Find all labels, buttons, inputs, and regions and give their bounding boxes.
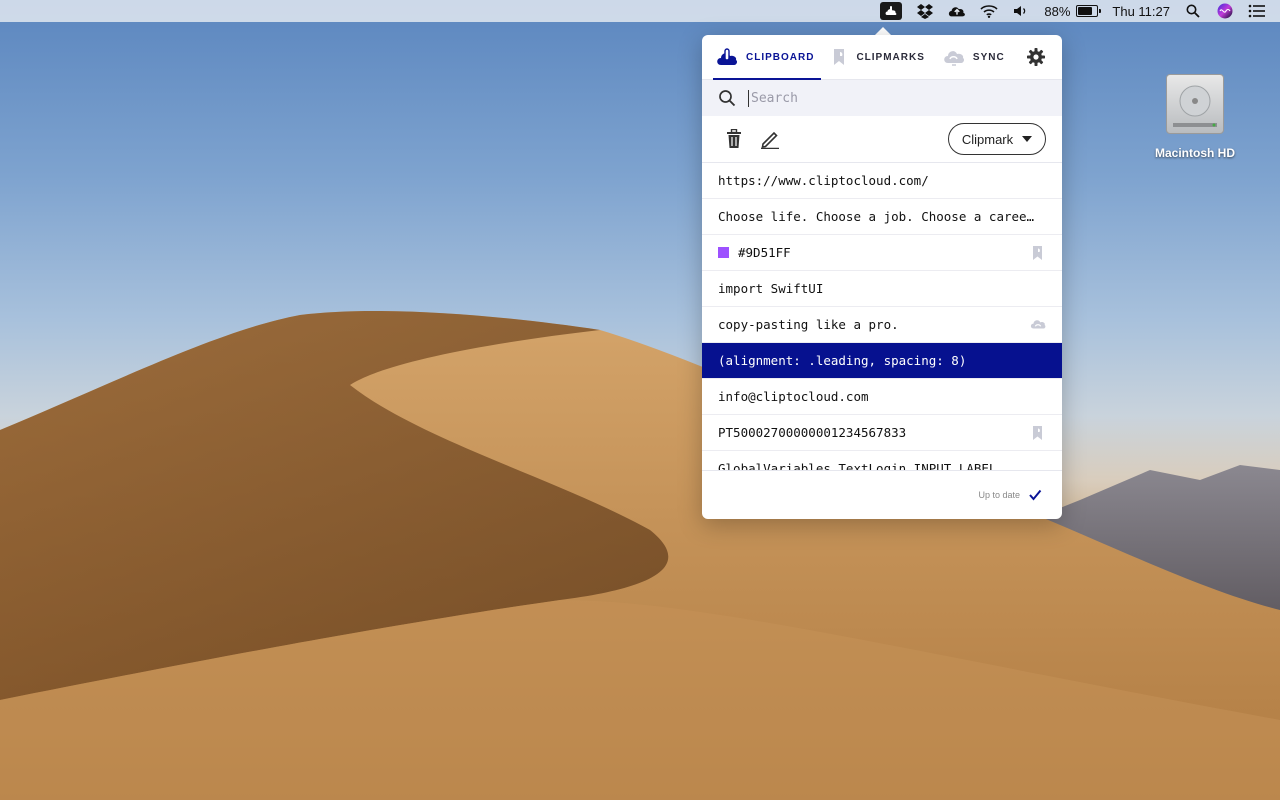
chevron-down-icon [1022, 136, 1033, 142]
list-item-text: #9D51FF [738, 245, 791, 260]
sync-cloud-icon [944, 51, 964, 66]
search-icon [719, 90, 736, 107]
edit-icon[interactable] [760, 129, 780, 149]
checkmark-icon [1029, 489, 1042, 501]
tab-clipboard-label: CLIPBOARD [746, 51, 815, 63]
spotlight-icon[interactable] [1184, 3, 1202, 19]
gear-icon[interactable] [1026, 47, 1046, 67]
clipboard-cloud-icon [717, 48, 738, 65]
clipmark-dropdown-button[interactable]: Clipmark [948, 123, 1046, 155]
list-item[interactable]: info@cliptocloud.com [702, 379, 1062, 415]
tab-clipmarks-label: CLIPMARKS [856, 51, 925, 63]
battery-status[interactable]: 88% [1044, 0, 1102, 22]
tab-sync-label: SYNC [972, 51, 1005, 63]
list-item-text: copy-pasting like a pro. [718, 317, 899, 332]
list-item[interactable]: Choose life. Choose a job. Choose a care… [702, 199, 1062, 235]
battery-percent: 88% [1044, 3, 1071, 19]
list-item[interactable]: https://www.cliptocloud.com/ [702, 163, 1062, 199]
status-footer: Up to date [702, 470, 1062, 519]
search-bar [702, 80, 1062, 116]
dropbox-icon[interactable] [916, 3, 934, 19]
list-item[interactable]: copy-pasting like a pro. [702, 307, 1062, 343]
toolbar: Clipmark [702, 116, 1062, 163]
list-item[interactable]: PT50002700000001234567833 [702, 415, 1062, 451]
sync-cloud-icon [1030, 320, 1046, 329]
color-swatch [718, 247, 729, 258]
clock[interactable]: Thu 11:27 [1112, 0, 1170, 22]
cloud-upload-icon[interactable] [948, 3, 966, 19]
notification-center-icon[interactable] [1248, 3, 1266, 19]
trash-icon[interactable] [724, 129, 744, 149]
clipboard-list: https://www.cliptocloud.com/ Choose life… [702, 163, 1062, 471]
cliptocloud-popover: CLIPBOARD CLIPMARKS SYNC Search Clipmark… [702, 35, 1062, 519]
list-item[interactable]: #9D51FF [702, 235, 1062, 271]
tab-sync[interactable]: SYNC [943, 35, 1005, 79]
hard-drive-icon [1166, 74, 1224, 134]
disk-label: Macintosh HD [1154, 146, 1235, 160]
list-item-text: PT50002700000001234567833 [718, 425, 907, 440]
battery-level [1078, 7, 1093, 15]
battery-icon [1076, 5, 1102, 17]
volume-icon[interactable] [1012, 3, 1030, 19]
search-input[interactable] [748, 89, 1013, 107]
list-item[interactable]: GlobalVariables.TextLogin.INPUT_LABEL [702, 451, 1062, 471]
cliptocloud-icon [885, 6, 897, 15]
desktop-disk-icon[interactable]: Macintosh HD [1150, 74, 1240, 160]
wifi-icon[interactable] [980, 3, 998, 19]
tab-clipmarks[interactable]: CLIPMARKS [832, 35, 924, 79]
list-item-text: import SwiftUI [718, 281, 824, 296]
list-item-text: (alignment: .leading, spacing: 8) [718, 353, 967, 368]
list-item-text: https://www.cliptocloud.com/ [718, 173, 929, 188]
dune-landscape [0, 310, 1280, 800]
list-item[interactable]: import SwiftUI [702, 271, 1062, 307]
cliptocloud-menu-item[interactable] [880, 0, 903, 22]
status-text: Up to date [978, 490, 1020, 500]
tab-clipboard[interactable]: CLIPBOARD [712, 35, 822, 80]
list-item-text: info@cliptocloud.com [718, 389, 869, 404]
tab-bar: CLIPBOARD CLIPMARKS SYNC [702, 35, 1062, 80]
bookmark-icon [1033, 246, 1042, 260]
bookmark-icon [1033, 426, 1042, 440]
desktop-wallpaper [0, 0, 1280, 800]
list-item-text: Choose life. Choose a job. Choose a care… [718, 209, 1035, 224]
menu-bar: 88% Thu 11:27 [0, 0, 1280, 22]
list-item-selected[interactable]: (alignment: .leading, spacing: 8) [702, 343, 1062, 379]
siri-icon[interactable] [1216, 3, 1234, 19]
bookmark-icon [834, 49, 845, 65]
clipmark-button-label: Clipmark [961, 131, 1014, 147]
